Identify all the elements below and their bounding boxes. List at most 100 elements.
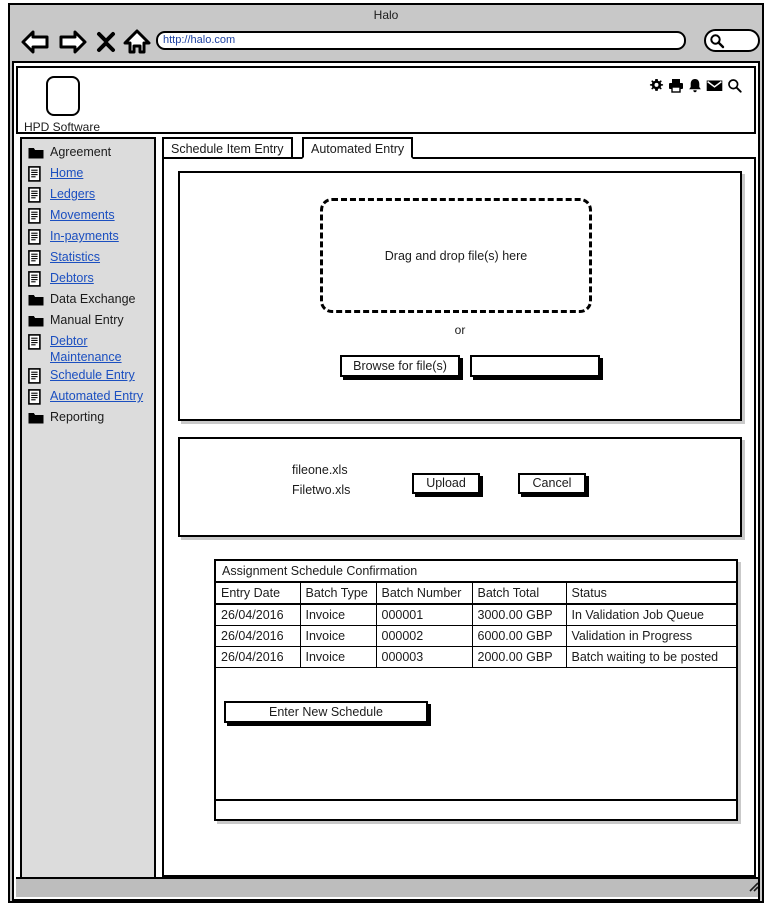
- cell-status: Validation in Progress: [565, 625, 736, 647]
- cell-entry-date: 26/04/2016: [216, 604, 301, 626]
- sidebar-item-label: Statistics: [50, 250, 101, 264]
- or-separator-label: or: [454, 323, 466, 337]
- header-icon-group: [649, 78, 742, 98]
- document-icon: [28, 368, 44, 385]
- page-viewport: HPD Software Agreement Home Ledgers Move…: [12, 61, 760, 901]
- cell-batch-number: 000001: [375, 604, 473, 626]
- sidebar-item-label: Ledgers: [50, 187, 96, 201]
- document-icon: [28, 187, 44, 204]
- sidebar-item-label: Reporting: [50, 410, 105, 424]
- sidebar-item-home[interactable]: Home: [22, 164, 154, 185]
- sidebar-item-label: Debtor Maintenance: [50, 334, 122, 364]
- table-row[interactable]: 26/04/2016 Invoice 000001 3000.00 GBP In…: [216, 604, 736, 626]
- cell-batch-type: Invoice: [299, 646, 377, 668]
- cell-batch-total: 3000.00 GBP: [471, 604, 567, 626]
- file-path-input[interactable]: [470, 355, 600, 377]
- browse-for-files-button[interactable]: Browse for file(s): [340, 355, 460, 377]
- document-icon: [28, 208, 44, 225]
- table-row[interactable]: 26/04/2016 Invoice 000002 6000.00 GBP Va…: [216, 625, 736, 647]
- tab-strip: Schedule Item Entry Automated Entry: [162, 137, 756, 159]
- bell-icon[interactable]: [688, 78, 702, 98]
- sidebar-item-debtor-maintenance[interactable]: Debtor Maintenance: [22, 332, 154, 366]
- cell-batch-number: 000002: [375, 625, 473, 647]
- column-header-batch-number: Batch Number: [375, 583, 473, 605]
- gear-icon[interactable]: [649, 78, 664, 98]
- resize-grip[interactable]: [746, 880, 758, 894]
- sidebar-item-debtors[interactable]: Debtors: [22, 269, 154, 290]
- sidebar-item-statistics[interactable]: Statistics: [22, 248, 154, 269]
- cell-batch-total: 6000.00 GBP: [471, 625, 567, 647]
- column-header-status: Status: [565, 583, 736, 605]
- folder-icon: [28, 292, 44, 309]
- document-icon: [28, 166, 44, 183]
- back-icon[interactable]: [20, 28, 50, 61]
- envelope-icon[interactable]: [706, 79, 723, 97]
- table-row[interactable]: 26/04/2016 Invoice 000003 2000.00 GBP Ba…: [216, 646, 736, 668]
- cell-status: Batch waiting to be posted: [565, 646, 736, 668]
- main-content: Schedule Item Entry Automated Entry Drag…: [162, 137, 756, 895]
- tab-schedule-item-entry[interactable]: Schedule Item Entry: [162, 137, 293, 159]
- table-header: Entry Date Batch Type Batch Number Batch…: [216, 583, 736, 605]
- cell-batch-type: Invoice: [299, 604, 377, 626]
- document-icon: [28, 334, 44, 351]
- upload-button[interactable]: Upload: [412, 473, 480, 494]
- sidebar-item-schedule-entry[interactable]: Schedule Entry: [22, 366, 154, 387]
- browser-title: Halo: [373, 8, 399, 22]
- document-icon: [28, 389, 44, 406]
- sidebar-item-ledgers[interactable]: Ledgers: [22, 185, 154, 206]
- sidebar-item-reporting[interactable]: Reporting: [22, 408, 154, 429]
- forward-icon[interactable]: [58, 28, 88, 61]
- logo-icon: [46, 76, 80, 116]
- app-header: HPD Software: [16, 66, 756, 134]
- list-item: fileone.xls: [292, 463, 348, 477]
- table-caption: Assignment Schedule Confirmation: [216, 561, 736, 583]
- cell-batch-total: 2000.00 GBP: [471, 646, 567, 668]
- cell-batch-number: 000003: [375, 646, 473, 668]
- sidebar-item-data-exchange[interactable]: Data Exchange: [22, 290, 154, 311]
- sidebar-item-label: In-payments: [50, 229, 119, 243]
- document-icon: [28, 271, 44, 288]
- folder-icon: [28, 410, 44, 427]
- tab-panel-automated-entry: Drag and drop file(s) here or Browse for…: [162, 157, 756, 877]
- table-header-row: Entry Date Batch Type Batch Number Batch…: [216, 583, 736, 605]
- column-header-batch-total: Batch Total: [471, 583, 567, 605]
- selected-files-panel: fileone.xls Filetwo.xls Upload Cancel: [178, 437, 742, 537]
- sidebar-item-label: Schedule Entry: [50, 368, 135, 382]
- sidebar-item-label: Automated Entry: [50, 389, 144, 403]
- tab-automated-entry[interactable]: Automated Entry: [302, 137, 414, 159]
- search-icon[interactable]: [727, 78, 742, 98]
- enter-new-schedule-button[interactable]: Enter New Schedule: [224, 701, 428, 723]
- browser-nav-bar: http://halo.com: [10, 25, 762, 61]
- sidebar-item-label: Agreement: [50, 145, 112, 159]
- table-body: 26/04/2016 Invoice 000001 3000.00 GBP In…: [216, 604, 736, 668]
- column-header-entry-date: Entry Date: [216, 583, 301, 605]
- table-footer-bar: [216, 799, 736, 819]
- sidebar: Agreement Home Ledgers Movements In-payments…: [20, 137, 156, 895]
- file-dropzone[interactable]: Drag and drop file(s) here: [320, 198, 592, 313]
- sidebar-item-label: Movements: [50, 208, 115, 222]
- column-header-batch-type: Batch Type: [299, 583, 377, 605]
- assignment-schedule-table: Entry Date Batch Type Batch Number Batch…: [216, 583, 736, 668]
- sidebar-item-label: Data Exchange: [50, 292, 136, 306]
- sidebar-item-manual-entry[interactable]: Manual Entry: [22, 311, 154, 332]
- printer-icon[interactable]: [668, 78, 684, 98]
- sidebar-item-label: Debtors: [50, 271, 94, 285]
- folder-icon: [28, 145, 44, 162]
- sidebar-item-automated-entry[interactable]: Automated Entry: [22, 387, 154, 408]
- cancel-button[interactable]: Cancel: [518, 473, 586, 494]
- browser-search-box[interactable]: [704, 29, 760, 52]
- sidebar-item-in-payments[interactable]: In-payments: [22, 227, 154, 248]
- document-icon: [28, 229, 44, 246]
- browser-window: Halo http://halo.com HPD Software Agreem…: [8, 3, 764, 903]
- home-icon[interactable]: [123, 28, 151, 61]
- url-input[interactable]: http://halo.com: [156, 31, 686, 50]
- app-name: HPD Software: [24, 120, 101, 134]
- list-item: Filetwo.xls: [292, 483, 351, 497]
- dropzone-label: Drag and drop file(s) here: [384, 248, 528, 263]
- sidebar-item-label: Manual Entry: [50, 313, 124, 327]
- sidebar-item-agreement[interactable]: Agreement: [22, 143, 154, 164]
- close-icon[interactable]: [96, 30, 116, 59]
- sidebar-item-movements[interactable]: Movements: [22, 206, 154, 227]
- folder-icon: [28, 313, 44, 330]
- search-icon: [709, 33, 725, 54]
